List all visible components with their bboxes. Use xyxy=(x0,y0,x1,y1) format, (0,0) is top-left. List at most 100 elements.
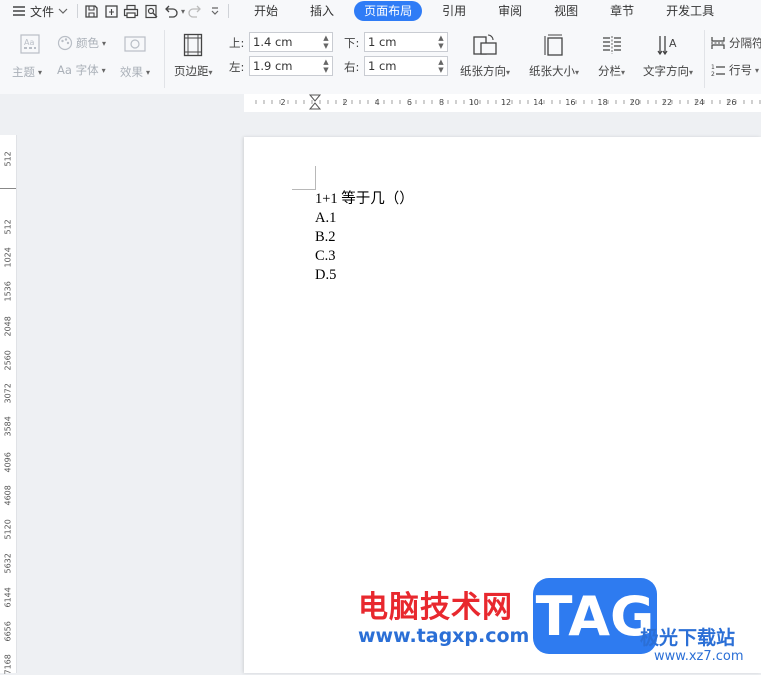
top-margin-value: 1.4 cm xyxy=(253,35,293,49)
tab-view[interactable]: 视图 xyxy=(542,1,590,21)
effect-label-button[interactable]: 效果 ▾ xyxy=(120,64,150,80)
left-margin-label: 左: xyxy=(229,60,245,74)
text-direction-label: 文字方向 xyxy=(643,64,689,78)
ruler-tick-label: 2048 xyxy=(3,316,13,337)
spinner-arrows-icon[interactable]: ▲ ▼ xyxy=(322,33,330,51)
ruler-tick-label: 512 xyxy=(3,219,13,235)
orientation-icon xyxy=(473,34,497,55)
line-numbers-button[interactable]: 12 行号 ▾ xyxy=(710,62,759,78)
left-margin-field[interactable]: 1.9 cm ▲ ▼ xyxy=(249,56,333,76)
printer-icon xyxy=(123,4,139,18)
text-direction-icon: A xyxy=(657,36,677,56)
option-c: C.3 xyxy=(315,248,336,264)
ruler-tick-label: 5632 xyxy=(3,553,13,574)
toolbar-divider xyxy=(77,4,79,18)
spinner-arrows-icon[interactable]: ▲ ▼ xyxy=(322,57,330,75)
chevron-down-icon xyxy=(211,7,219,15)
svg-text:1: 1 xyxy=(711,64,715,71)
quick-access-toolbar: 文件 ▾ xyxy=(0,0,232,22)
tab-section[interactable]: 章节 xyxy=(598,1,646,21)
ribbon-page-layout: Aa 主题 ▾ 颜色 ▾ Aa 字体 ▾ 效果 ▾ 页边距▾ 上: 1.4 cm ▲ ▼ 左… xyxy=(0,22,761,95)
option-d: D.5 xyxy=(315,267,337,283)
orientation-button[interactable]: 纸张方向▾ xyxy=(460,32,510,79)
top-margin-field[interactable]: 1.4 cm ▲ ▼ xyxy=(249,32,333,52)
watermark-download-site: 极光下载站 xyxy=(640,627,736,649)
margins-button[interactable]: 页边距▾ xyxy=(174,32,213,79)
redo-button[interactable] xyxy=(185,1,205,21)
paper-size-button[interactable]: 纸张大小▾ xyxy=(529,32,579,79)
ruler-tick-label: 14 xyxy=(533,98,543,107)
ruler-tick-label: 20 xyxy=(630,98,640,107)
bottom-margin-field[interactable]: 1 cm ▲ ▼ xyxy=(364,32,448,52)
breaks-button[interactable]: 分隔符 xyxy=(710,35,761,51)
customize-toolbar-button[interactable] xyxy=(205,1,225,21)
paper-size-icon xyxy=(544,34,563,56)
hamburger-menu-icon xyxy=(13,6,25,16)
ruler-tick-label: 10 xyxy=(469,98,479,107)
orientation-label: 纸张方向 xyxy=(460,64,506,78)
page-break-icon xyxy=(711,37,725,49)
text-direction-button[interactable]: A 文字方向▾ xyxy=(643,32,693,79)
ruler-tick-label: 12 xyxy=(501,98,511,107)
ruler-tick-label: 3584 xyxy=(3,416,13,437)
ruler-tick-label: 2 xyxy=(342,98,347,107)
ruler-tick-label: 18 xyxy=(598,98,608,107)
ribbon-divider xyxy=(164,30,165,88)
right-margin-value: 1 cm xyxy=(368,59,397,73)
file-menu-button[interactable]: 文件 xyxy=(0,0,74,22)
export-pdf-button[interactable] xyxy=(101,1,121,21)
watermark-tag-logo: TAG xyxy=(533,578,657,654)
ruler-tick-label: 6144 xyxy=(3,587,13,608)
tab-insert[interactable]: 插入 xyxy=(298,1,346,21)
save-button[interactable] xyxy=(81,1,101,21)
tab-references[interactable]: 引用 xyxy=(430,1,478,21)
chevron-down-icon: ▾ xyxy=(146,67,151,77)
document-body[interactable]: 1+1 等于几（） A.1 B.2 C.3 D.5 xyxy=(315,190,414,285)
chevron-down-icon: ▾ xyxy=(102,38,107,48)
file-menu-label: 文件 xyxy=(30,4,55,19)
effect-label: 效果 xyxy=(120,65,143,79)
tab-page-layout[interactable]: 页面布局 xyxy=(354,1,423,21)
vertical-ruler[interactable]: 512 512 1024 1536 2048 2560 3072 3584 4096 4608 51… xyxy=(0,135,17,675)
chevron-down-icon: ▾ xyxy=(101,65,106,75)
chevron-down-icon xyxy=(58,8,68,14)
theme-button[interactable]: Aa xyxy=(20,34,40,54)
tab-review[interactable]: 审阅 xyxy=(486,1,534,21)
color-button[interactable]: 颜色 ▾ xyxy=(57,35,106,51)
svg-text:2: 2 xyxy=(711,71,715,77)
print-button[interactable] xyxy=(121,1,141,21)
palette-icon xyxy=(57,35,73,51)
effect-button[interactable] xyxy=(124,36,146,52)
tab-developer[interactable]: 开发工具 xyxy=(654,1,726,21)
chevron-down-icon: ▾ xyxy=(38,67,43,77)
undo-icon xyxy=(165,5,178,18)
right-margin-field[interactable]: 1 cm ▲ ▼ xyxy=(364,56,448,76)
chevron-down-icon: ▾ xyxy=(755,65,760,75)
ruler-tick-label: 4608 xyxy=(3,485,13,506)
watermark-download-url: www.xz7.com xyxy=(654,649,744,664)
margin-corner-mark xyxy=(315,166,316,190)
undo-button[interactable] xyxy=(161,1,181,21)
ruler-tick-label: 2560 xyxy=(3,350,13,371)
horizontal-ruler[interactable]: 2 2 4 6 8 10 12 14 16 18 20 22 24 26 xyxy=(0,94,761,112)
ribbon-tabs: 开始 插入 页面布局 引用 审阅 视图 章节 开发工具 xyxy=(242,0,734,22)
paper-size-label: 纸张大小 xyxy=(529,64,575,78)
ruler-tick-label: 22 xyxy=(662,98,672,107)
tab-home[interactable]: 开始 xyxy=(242,1,290,21)
breaks-label: 分隔符 xyxy=(729,36,761,50)
effect-icon xyxy=(124,36,146,52)
spinner-arrows-icon[interactable]: ▲ ▼ xyxy=(437,33,445,51)
export-pdf-icon xyxy=(104,4,118,18)
ruler-tick-label: 4096 xyxy=(3,452,13,473)
theme-label-button[interactable]: 主题 ▾ xyxy=(12,64,42,80)
watermark-site-name: 电脑技术网 xyxy=(358,590,513,625)
print-preview-button[interactable] xyxy=(141,1,161,21)
spinner-arrows-icon[interactable]: ▲ ▼ xyxy=(437,57,445,75)
margin-corner-mark xyxy=(292,189,316,190)
chevron-down-icon: ▾ xyxy=(208,68,213,77)
columns-icon xyxy=(602,36,621,54)
font-theme-button[interactable]: Aa 字体 ▾ xyxy=(57,62,106,78)
chevron-down-icon: ▾ xyxy=(575,68,580,77)
columns-button[interactable]: 分栏▾ xyxy=(598,32,625,79)
ruler-tick-label: 512 xyxy=(3,151,13,167)
